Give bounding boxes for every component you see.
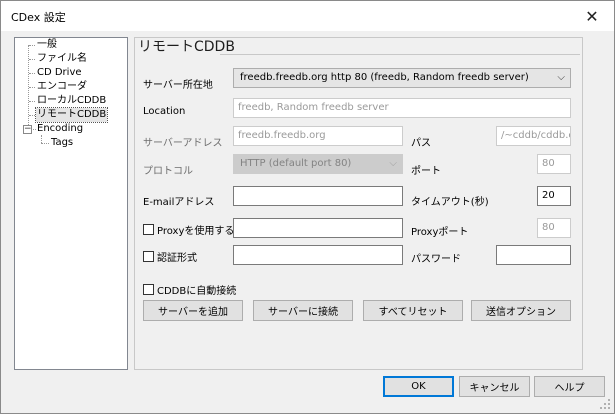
settings-dialog: CDex 設定 ✕ 一般 ファイル名 CD Drive エンコーダ ローカルCD… — [0, 0, 615, 414]
resize-grip-icon[interactable] — [600, 399, 611, 410]
chevron-down-icon: ⌵ — [389, 158, 397, 169]
cancel-button[interactable]: キャンセル — [459, 376, 530, 397]
timeout-field[interactable]: 20 — [537, 186, 571, 206]
password-field[interactable] — [496, 245, 571, 265]
server-location-label: サーバー所在地 — [143, 80, 213, 91]
proxy-port-label: Proxyポート — [411, 227, 469, 238]
tree-item-encoding[interactable]: Encoding — [37, 122, 83, 136]
proxy-port-field[interactable]: 80 — [537, 218, 571, 238]
ok-button[interactable]: OK — [383, 376, 454, 397]
password-label: パスワード — [411, 254, 461, 265]
port-field[interactable]: 80 — [537, 154, 571, 174]
server-location-value: freedb.freedb.org http 80 (freedb, Rando… — [240, 72, 529, 83]
auto-connect-label: CDDBに自動接続 — [157, 286, 237, 297]
chevron-down-icon: ⌵ — [557, 72, 565, 83]
settings-tree[interactable]: 一般 ファイル名 CD Drive エンコーダ ローカルCDDB リモートCDD… — [14, 37, 128, 370]
tree-item-filename[interactable]: ファイル名 — [37, 52, 87, 66]
email-field[interactable] — [233, 186, 403, 206]
server-address-field[interactable]: freedb.freedb.org — [233, 126, 403, 146]
protocol-select[interactable]: HTTP (default port 80) ⌵ — [233, 154, 403, 174]
protocol-value: HTTP (default port 80) — [240, 158, 352, 169]
server-location-select[interactable]: freedb.freedb.org http 80 (freedb, Rando… — [233, 68, 571, 88]
close-icon[interactable]: ✕ — [570, 1, 614, 31]
add-server-button[interactable]: サーバーを追加 — [143, 300, 243, 321]
tree-item-general[interactable]: 一般 — [37, 38, 57, 52]
location-field[interactable]: freedb, Random freedb server — [233, 98, 571, 118]
tree-item-encoder[interactable]: エンコーダ — [37, 80, 87, 94]
remote-cddb-panel: リモートCDDB サーバー所在地 freedb.freedb.org http … — [134, 37, 583, 370]
protocol-label: プロトコル — [143, 166, 193, 177]
send-options-button[interactable]: 送信オプション — [471, 300, 571, 321]
checkbox-box[interactable] — [143, 224, 154, 235]
proxy-checkbox-label: Proxyを使用する — [157, 226, 235, 237]
help-button[interactable]: ヘルプ — [534, 376, 605, 397]
proxy-field[interactable] — [233, 218, 403, 238]
tree-item-local-cddb[interactable]: ローカルCDDB — [37, 94, 106, 108]
collapse-icon[interactable]: − — [23, 125, 32, 134]
server-address-label: サーバーアドレス — [143, 138, 223, 149]
path-label: パス — [411, 138, 431, 149]
email-label: E-mailアドレス — [143, 197, 215, 208]
path-field[interactable]: /~cddb/cddb.cgi — [496, 126, 571, 146]
timeout-label: タイムアウト(秒) — [411, 197, 489, 208]
port-label: ポート — [411, 166, 441, 177]
tree-item-remote-cddb[interactable]: リモートCDDB — [34, 107, 109, 123]
auth-checkbox[interactable]: 認証形式 — [143, 249, 197, 264]
checkbox-box[interactable] — [143, 284, 154, 295]
tree-item-tags[interactable]: Tags — [51, 136, 73, 150]
window-title: CDex 設定 — [11, 11, 66, 24]
location-label: Location — [143, 106, 186, 117]
auto-connect-checkbox[interactable]: CDDBに自動接続 — [143, 282, 236, 297]
auth-checkbox-label: 認証形式 — [157, 253, 197, 264]
tree-item-cd-drive[interactable]: CD Drive — [37, 66, 82, 80]
connect-server-button[interactable]: サーバーに接続 — [253, 300, 353, 321]
title-divider — [220, 54, 580, 55]
proxy-checkbox[interactable]: Proxyを使用する — [143, 222, 234, 237]
reset-all-button[interactable]: すべてリセット — [363, 300, 463, 321]
checkbox-box[interactable] — [143, 251, 154, 262]
auth-field[interactable] — [233, 245, 403, 265]
title-bar: CDex 設定 ✕ — [1, 1, 614, 31]
